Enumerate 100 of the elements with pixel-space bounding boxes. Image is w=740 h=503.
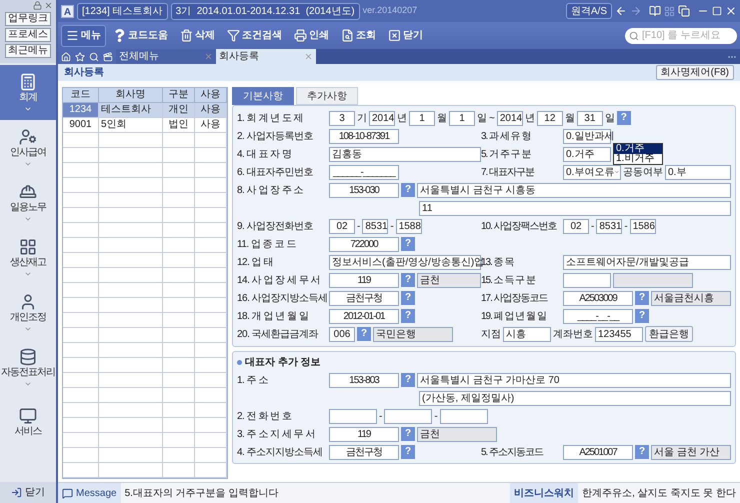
tab[interactable]: 회사등록 [216,49,316,64]
input-field[interactable]: 0.부 [665,164,731,180]
refund-bank-button[interactable]: 환급은행 [645,326,693,342]
input-field[interactable]: 금천구청 [329,290,399,306]
back-icon[interactable] [615,5,627,17]
input-field[interactable]: 12 [536,110,563,126]
module-item[interactable]: 자동전표처리 [0,340,56,395]
input-field[interactable]: 119 [329,272,399,288]
input-field[interactable]: 8531 [362,218,388,234]
input-field[interactable]: 153-803 [329,372,399,388]
input-field[interactable]: 108-10-87391 [329,128,399,144]
tab[interactable]: 기본사항 [232,87,294,105]
input-field[interactable]: 153-030 [329,182,399,198]
input-field[interactable] [440,408,488,424]
field-label: 3. 과 세 유 형 [481,130,532,144]
readonly-field: 국민은행 [373,326,453,342]
table-cell: 5인회 [99,118,163,132]
search-icon[interactable] [89,52,99,62]
module-item[interactable]: 회계 [0,65,56,120]
input-field[interactable]: A2503009 [563,290,633,306]
lock-icon[interactable] [33,1,42,10]
input-field[interactable]: 3 [329,110,355,126]
input-field[interactable]: ______-_______ [329,164,399,180]
input-field[interactable]: 소프트웨어자문/개발및공급 [563,254,731,270]
dropdown-option[interactable]: 1.비거주 [614,154,662,164]
input-field[interactable]: 1586 [630,218,656,234]
input-field[interactable]: 722000 [329,236,399,252]
input-field[interactable]: 정보서비스(출판/영상/방송통신)업 [329,254,481,270]
table-row[interactable]: 1234 테스트회사 개인 사용 [63,103,227,118]
toolbar-button[interactable]: 조건검색 [222,24,287,46]
input-field[interactable]: 1 [449,110,475,126]
module-item[interactable]: 인사급여 [0,120,56,175]
maximize-icon[interactable] [712,6,722,16]
input-field[interactable]: (가산동, 제일정밀사) [419,390,731,406]
input-field[interactable]: 2014 [496,110,523,126]
input-field[interactable]: 서울특별시 금천구 시흥동 [417,182,731,198]
quick-link-button[interactable]: 업무링크 [5,12,51,26]
close-icon[interactable] [725,5,737,17]
field-label: 4. 주소지지방소득세 [237,446,324,460]
select-field[interactable]: 0.부여오류 [563,164,621,180]
input-field[interactable]: 119 [329,426,399,442]
module-item[interactable]: 생산재고 [0,230,56,285]
toolbar-button[interactable]: 코드도움 [108,24,173,46]
toolbar-button[interactable]: 조회 [336,24,381,46]
company-selector[interactable]: [1234] 테스트회사 [77,2,168,20]
forward-icon[interactable] [630,5,642,17]
close-icon[interactable] [304,52,313,61]
toolbar-button[interactable]: 닫기 [383,24,428,46]
book-icon[interactable] [649,5,661,17]
grid-icon[interactable] [664,6,675,16]
tab[interactable]: 추가사항 [296,87,358,105]
close-icon[interactable] [44,1,53,10]
period-selector[interactable]: 3기 2014.01.01-2014.12.31 (2014년도) [170,2,360,20]
input-field[interactable] [329,408,377,424]
input-field[interactable]: ____-__-__ [563,308,633,324]
input-field[interactable] [563,272,611,288]
search-field[interactable]: [F10] 를 누르세요 [625,28,737,44]
company-name-control-button[interactable]: 회사명제어(F8) [656,65,734,80]
version-text: ver.20140207 [362,4,418,18]
windows-icon[interactable] [678,5,690,17]
input-field[interactable]: 02 [563,218,589,234]
input-field[interactable]: 11 [419,200,731,216]
unit-label: - [357,220,360,234]
input-field[interactable]: 1588 [396,218,422,234]
star-icon[interactable] [75,52,85,62]
dropdown-option[interactable]: 0.거주 [614,144,662,154]
input-field[interactable]: 1 [409,110,435,126]
module-label: 일용노무 [10,200,46,214]
module-item[interactable]: 일용노무 [0,175,56,230]
remote-support-button[interactable]: 원격A/S [566,3,612,19]
input-field[interactable]: 006 [329,326,355,342]
toolbar-button[interactable]: 인쇄 [289,24,334,46]
input-field[interactable]: 02 [329,218,355,234]
home-icon[interactable] [61,52,71,62]
clapperboard-icon[interactable] [103,52,113,62]
input-field[interactable]: 금천구청 [329,444,399,460]
exit-button[interactable]: 닫기 [0,482,56,503]
input-field[interactable] [384,408,432,424]
toolbar-button[interactable]: 삭제 [175,24,220,46]
input-field[interactable]: 0.일반과세 [563,128,611,144]
input-field[interactable]: 2012-01-01 [329,308,399,324]
quick-link-button[interactable]: 최근메뉴 [5,44,51,58]
tab[interactable]: 전체메뉴 [116,49,216,64]
field-label: 5. 주소지동코드 [481,446,544,460]
filter-icon [227,29,240,42]
input-field[interactable]: 김홍동 [329,146,481,162]
table-row[interactable]: 9001 5인회 법인 사용 [63,118,227,133]
field-label: 2. 사업자등록번호 [237,130,314,144]
input-field[interactable]: 123455 [595,326,643,342]
input-field[interactable]: 31 [576,110,603,126]
input-field[interactable]: 서울특별시 금천구 가마산로 70 [417,372,731,388]
module-item[interactable]: 서비스 [0,395,56,450]
input-field[interactable]: 8531 [596,218,622,234]
input-field[interactable]: 2014 [369,110,395,126]
input-field[interactable]: 0.거주 [563,146,611,162]
input-field[interactable]: 시흥 [503,326,551,342]
module-item[interactable]: 개인조정 [0,285,56,340]
toolbar-button[interactable]: 메뉴 [61,24,106,46]
quick-link-button[interactable]: 프로세스 [5,28,51,42]
input-field[interactable]: A2501007 [563,444,633,460]
